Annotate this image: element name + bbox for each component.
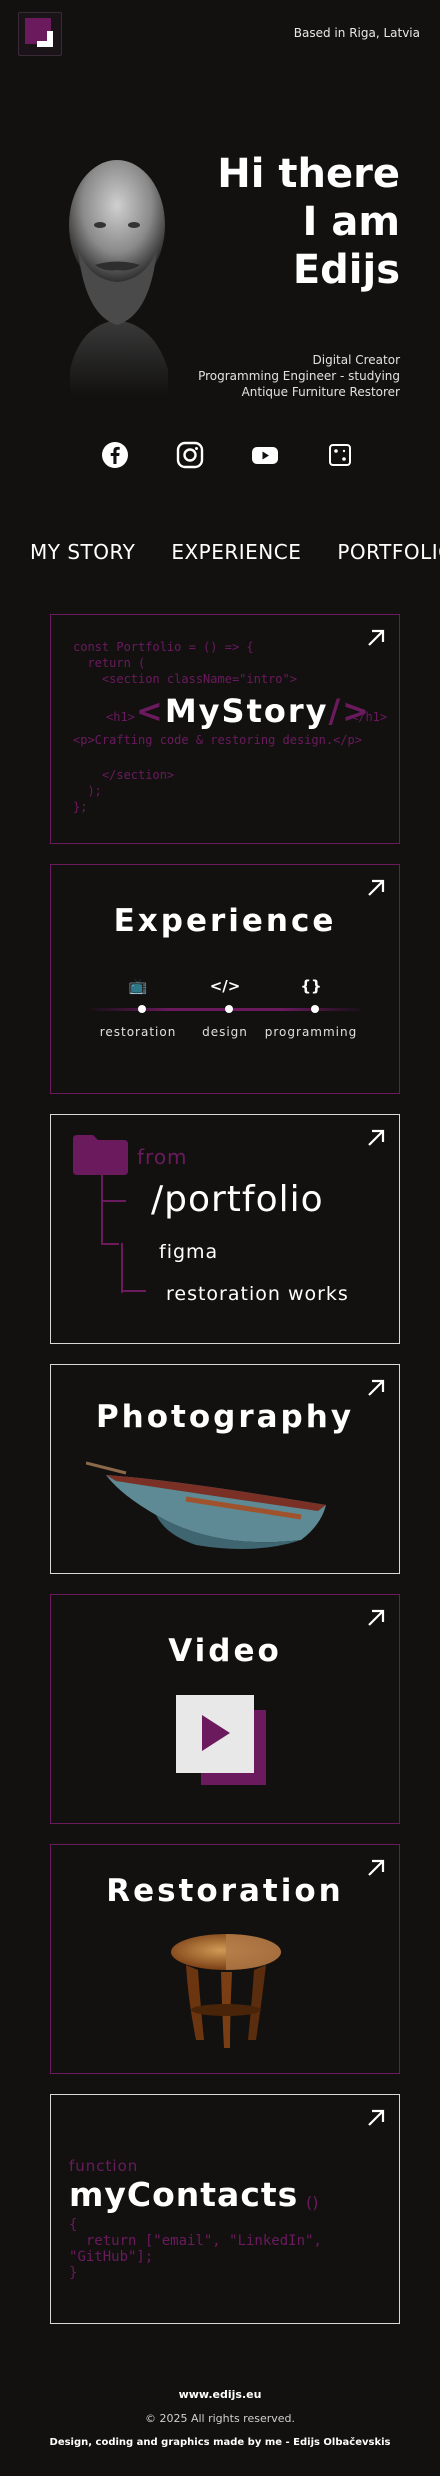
tree-line [101, 1175, 103, 1245]
role-item: Antique Furniture Restorer [241, 385, 400, 399]
contacts-code: { return ["email", "LinkedIn", "GitHub"]… [69, 2217, 322, 2281]
table-image [171, 1934, 281, 2048]
tree-line [101, 1200, 126, 1202]
portfolio-item-restoration: restoration works [166, 1283, 349, 1305]
contacts-parens: () [306, 2193, 319, 2212]
photography-card[interactable]: Photography [50, 1364, 400, 1574]
code-icon: </> [209, 977, 241, 995]
site-logo[interactable] [18, 12, 62, 56]
braces-icon: {} [300, 977, 322, 995]
tree-line [121, 1290, 146, 1292]
exp-label-programming: programming [264, 1025, 358, 1039]
nav-item-experience[interactable]: EXPERIENCE [171, 540, 301, 564]
facebook-icon[interactable] [100, 440, 130, 470]
play-button[interactable] [176, 1695, 254, 1773]
role-item: Programming Engineer - studying [198, 369, 400, 383]
from-keyword: from [137, 1145, 188, 1169]
arrow-up-right-icon[interactable] [365, 877, 387, 899]
play-icon [202, 1715, 230, 1751]
function-keyword: function [69, 2157, 139, 2175]
footer-credit: Design, coding and graphics made by me -… [49, 2437, 391, 2448]
hero-title-line: Hi there [217, 151, 400, 197]
video-card[interactable]: Video [50, 1594, 400, 1824]
experience-card[interactable]: Experience 📺 </> {} restoration design p… [50, 864, 400, 1094]
hero-title-line: I am [302, 199, 400, 245]
portrait-image [69, 160, 168, 395]
hero-title: Hi there I am Edijs [217, 150, 400, 294]
arrow-up-right-icon[interactable] [365, 1377, 387, 1399]
video-title: Video [168, 1633, 282, 1669]
mystory-title: <MyStory/> [136, 692, 371, 730]
code-snippet-end: </section> ); }; [73, 768, 175, 814]
bracket-left: < [136, 692, 165, 730]
main-nav: MY STORY EXPERIENCE PORTFOLIO [30, 540, 440, 564]
footer-copyright: © 2025 All rights reserved. [144, 2412, 296, 2425]
photography-title: Photography [95, 1399, 355, 1435]
portfolio-card[interactable]: from /portfolio figma restoration works [50, 1114, 400, 1344]
timeline [91, 1005, 361, 1013]
tree-line [101, 1243, 119, 1245]
contacts-title: myContacts [69, 2175, 299, 2214]
portfolio-title: /portfolio [151, 1179, 324, 1220]
arrow-up-right-icon[interactable] [365, 1127, 387, 1149]
nav-item-portfolio[interactable]: PORTFOLIO [337, 540, 440, 564]
arrow-up-right-icon[interactable] [365, 1607, 387, 1629]
nav-item-my-story[interactable]: MY STORY [30, 540, 135, 564]
hero-title-line: Edijs [292, 247, 400, 293]
mystory-word: MyStory [164, 692, 329, 730]
tv-icon: 📺 [128, 977, 148, 995]
timeline-dot [225, 1005, 233, 1013]
restoration-title: Restoration [106, 1873, 344, 1909]
contacts-card[interactable]: function myContacts () { return ["email"… [50, 2094, 400, 2324]
tree-line [121, 1243, 123, 1293]
instagram-icon[interactable] [175, 440, 205, 470]
footer-site-link[interactable]: www.edijs.eu [0, 2388, 440, 2401]
boat-image [86, 1461, 326, 1549]
portfolio-item-figma: figma [159, 1241, 219, 1263]
role-item: Digital Creator [312, 353, 401, 367]
folder-icon [73, 1135, 128, 1175]
timeline-dot [138, 1005, 146, 1013]
code-snippet: const Portfolio = () => { return ( <sect… [73, 640, 297, 686]
youtube-icon[interactable] [250, 440, 280, 470]
experience-title: Experience [113, 903, 337, 939]
restoration-card[interactable]: Restoration [50, 1844, 400, 2074]
dice-icon[interactable] [325, 440, 355, 470]
tagline-text: <p>Crafting code & restoring design.</p> [73, 733, 362, 747]
code-h1-close: </h1> [351, 710, 388, 724]
roles-list: Digital Creator Programming Engineer - s… [198, 352, 400, 400]
timeline-dot [311, 1005, 319, 1013]
mystory-card[interactable]: const Portfolio = () => { return ( <sect… [50, 614, 400, 844]
location-text: Based in Riga, Latvia [293, 26, 420, 40]
arrow-up-right-icon[interactable] [365, 2107, 387, 2129]
